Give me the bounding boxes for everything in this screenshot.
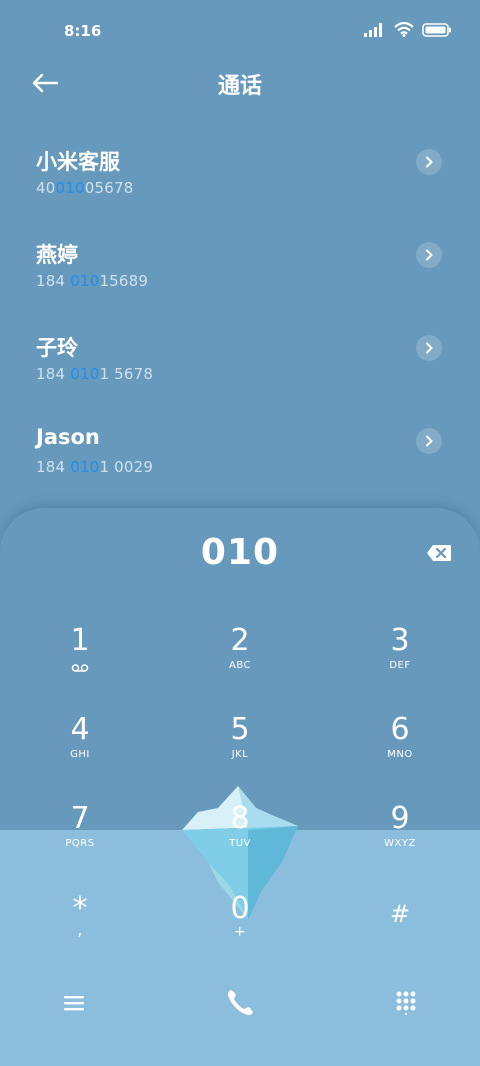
contact-detail-button[interactable] — [416, 335, 442, 361]
contact-number: 184 0101 5678 — [36, 365, 154, 383]
contact-item[interactable]: 子玲 184 0101 5678 — [0, 316, 480, 409]
contact-number: 4001005678 — [36, 179, 134, 197]
contact-list: 小米客服 4001005678 燕婷 184 01015689 子玲 184 0… — [0, 130, 480, 502]
contact-number: 184 0101 0029 — [36, 458, 154, 476]
contact-name: 子玲 — [36, 336, 78, 360]
battery-icon — [422, 22, 451, 37]
key-hash[interactable]: # — [340, 892, 460, 972]
menu-button[interactable] — [49, 978, 99, 1028]
header: 通话 — [0, 62, 480, 104]
dialpad-icon — [396, 991, 416, 1015]
contact-item[interactable]: 燕婷 184 01015689 — [0, 223, 480, 316]
chevron-right-icon — [426, 435, 433, 447]
key-star[interactable]: * , — [20, 892, 140, 972]
contact-detail-button[interactable] — [416, 428, 442, 454]
key-0[interactable]: 0 + — [180, 892, 300, 972]
page-title: 通话 — [217, 74, 262, 99]
key-4[interactable]: 4 GHI — [20, 713, 140, 793]
contact-item[interactable]: 小米客服 4001005678 — [0, 130, 480, 223]
dial-input-display: 010 — [200, 532, 280, 573]
contact-name: 小米客服 — [36, 150, 120, 174]
key-6[interactable]: 6 MNO — [340, 713, 460, 793]
key-3[interactable]: 3 DEF — [340, 624, 460, 704]
bottom-action-bar — [0, 978, 480, 1038]
signal-icon — [364, 22, 382, 37]
contact-item[interactable]: Jason 184 0101 0029 — [0, 409, 480, 502]
status-time: 8:16 — [64, 22, 102, 40]
chevron-right-icon — [426, 156, 433, 168]
key-1[interactable]: 1 — [20, 624, 140, 704]
contact-detail-button[interactable] — [416, 149, 442, 175]
toggle-dialpad-button[interactable] — [381, 978, 431, 1028]
contact-name: Jason — [36, 425, 100, 449]
voicemail-icon — [71, 664, 89, 672]
status-icons — [364, 22, 452, 37]
dialpad-panel: 010 1 2 ABC 3 DEF 4 GHI 5 JKL 6 MNO 7 PQ… — [0, 508, 480, 1066]
key-9[interactable]: 9 WXYZ — [340, 802, 460, 882]
backspace-button[interactable] — [426, 544, 452, 562]
chevron-right-icon — [426, 249, 433, 261]
contact-number: 184 01015689 — [36, 272, 149, 290]
key-8[interactable]: 8 TUV — [180, 802, 300, 882]
contact-detail-button[interactable] — [416, 242, 442, 268]
key-7[interactable]: 7 PQRS — [20, 802, 140, 882]
call-button[interactable] — [215, 978, 265, 1028]
chevron-right-icon — [426, 342, 433, 354]
contact-name: 燕婷 — [36, 243, 78, 267]
menu-icon — [64, 996, 84, 1011]
wifi-icon — [394, 22, 414, 37]
key-5[interactable]: 5 JKL — [180, 713, 300, 793]
backspace-icon — [427, 545, 451, 561]
key-2[interactable]: 2 ABC — [180, 624, 300, 704]
status-bar: 8:16 — [0, 0, 480, 62]
phone-icon — [227, 990, 253, 1016]
